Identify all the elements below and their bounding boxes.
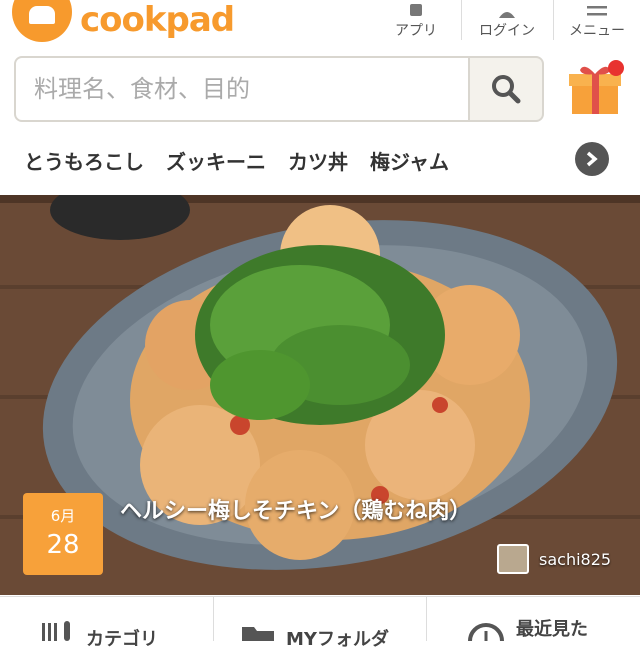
recent-button[interactable]: 最近見た (466, 597, 588, 641)
date-badge: 6月 28 (23, 493, 103, 575)
author-name: sachi825 (539, 549, 612, 569)
date-day: 28 (46, 530, 80, 560)
bottom-nav: カテゴリ MYフォルダ 最近見た (0, 596, 640, 650)
nav-divider (426, 597, 427, 641)
menu-button[interactable]: メニュー (560, 0, 634, 40)
login-button[interactable]: ログイン (472, 0, 542, 40)
keyword-link[interactable]: 梅ジャム (370, 146, 449, 175)
chevron-right-icon (586, 151, 598, 167)
category-button[interactable]: カテゴリ (36, 597, 158, 650)
keyword-link[interactable]: とうもろこし (24, 146, 144, 175)
keyword-link[interactable]: ズッキーニ (166, 146, 266, 175)
hamburger-icon (587, 6, 607, 16)
clock-icon (468, 623, 504, 641)
menu-label: メニュー (569, 23, 625, 39)
recent-label: 最近見た (516, 619, 588, 640)
recipe-title[interactable]: ヘルシー梅しそチキン（鶏むね肉） (120, 495, 500, 529)
keywords-next-button[interactable] (575, 142, 609, 176)
header-divider (461, 0, 462, 40)
featured-recipe[interactable]: 6月 28 ヘルシー梅しそチキン（鶏むね肉） sachi825 (0, 195, 640, 595)
search-icon (492, 75, 521, 104)
avatar (497, 544, 529, 574)
cookpad-logo[interactable]: cookpad (12, 0, 235, 42)
keyword-link[interactable]: カツ丼 (288, 146, 348, 175)
recipe-author[interactable]: sachi825 (497, 544, 611, 574)
header-divider (553, 0, 554, 40)
logo-text: cookpad (80, 0, 235, 40)
search-button[interactable] (470, 56, 544, 122)
user-icon (499, 12, 515, 18)
phone-icon (410, 4, 422, 16)
myfolder-label: MYフォルダ (286, 629, 389, 650)
header: cookpad アプリ ログイン メニュー (0, 0, 640, 45)
chef-hat-icon (12, 0, 72, 42)
myfolder-button[interactable]: MYフォルダ (240, 597, 389, 650)
gift-icon[interactable] (566, 60, 626, 120)
category-label: カテゴリ (86, 629, 158, 650)
fork-knife-icon (42, 621, 70, 641)
folder-icon (242, 627, 274, 641)
date-month: 6月 (50, 507, 76, 525)
login-label: ログイン (479, 23, 535, 39)
trending-keywords: とうもろこし ズッキーニ カツ丼 梅ジャム (24, 142, 471, 178)
app-button[interactable]: アプリ (390, 0, 442, 40)
notification-dot (608, 60, 624, 76)
search-input[interactable] (14, 56, 470, 122)
app-label: アプリ (395, 23, 437, 39)
nav-divider (213, 597, 214, 641)
